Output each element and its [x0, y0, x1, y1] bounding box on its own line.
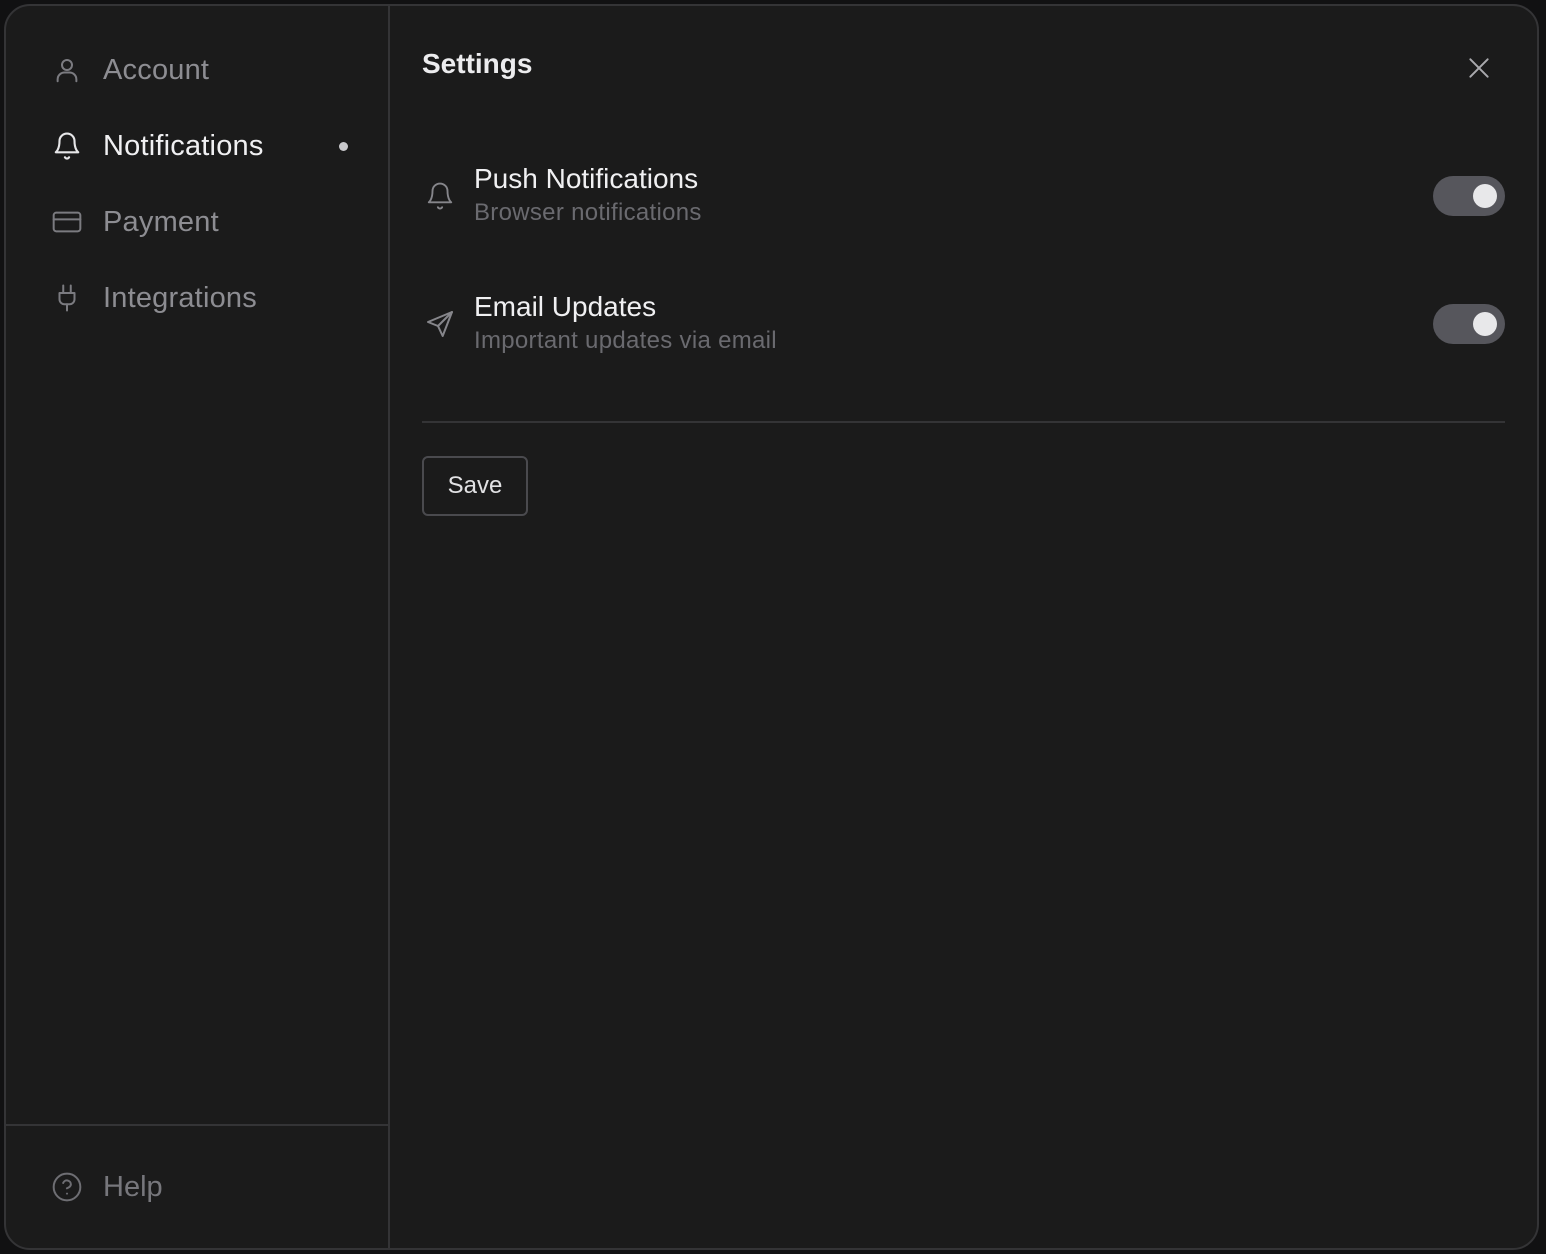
setting-row-push-notifications: Push Notifications Browser notifications	[422, 156, 1505, 236]
bell-icon	[422, 178, 458, 214]
close-icon	[1466, 55, 1492, 81]
settings-panel: Settings Push Notifications Browser noti…	[390, 6, 1537, 1248]
settings-dialog: Account Notifications Payment Integratio…	[4, 4, 1539, 1250]
sidebar-item-account[interactable]: Account	[6, 32, 388, 108]
setting-subtitle: Important updates via email	[474, 327, 777, 354]
toggle-knob	[1473, 312, 1497, 336]
sidebar-item-label: Integrations	[103, 281, 257, 314]
close-button[interactable]	[1463, 52, 1495, 84]
sidebar-item-label: Notifications	[103, 129, 264, 162]
credit-card-icon	[50, 205, 84, 239]
sidebar-item-payment[interactable]: Payment	[6, 184, 388, 260]
page-title: Settings	[422, 48, 533, 79]
plug-icon	[50, 281, 84, 315]
sidebar-item-label: Payment	[103, 205, 219, 238]
help-label: Help	[103, 1170, 163, 1203]
sidebar-item-integrations[interactable]: Integrations	[6, 260, 388, 336]
user-icon	[50, 53, 84, 87]
setting-title: Push Notifications	[474, 163, 699, 194]
sidebar-nav: Account Notifications Payment Integratio…	[6, 6, 388, 336]
sidebar-item-help[interactable]: Help	[6, 1124, 388, 1248]
setting-row-email-updates: Email Updates Important updates via emai…	[422, 284, 1505, 364]
settings-sidebar: Account Notifications Payment Integratio…	[6, 6, 390, 1248]
section-divider	[422, 421, 1505, 423]
setting-texts: Email Updates Important updates via emai…	[474, 290, 1433, 358]
toggle-knob	[1473, 184, 1497, 208]
setting-title: Email Updates	[474, 291, 657, 322]
setting-subtitle: Browser notifications	[474, 199, 702, 226]
save-button[interactable]: Save	[422, 456, 528, 516]
setting-texts: Push Notifications Browser notifications	[474, 162, 1433, 230]
sidebar-item-label: Account	[103, 53, 210, 86]
email-updates-toggle[interactable]	[1433, 304, 1505, 344]
help-circle-icon	[50, 1170, 84, 1204]
bell-icon	[50, 129, 84, 163]
active-indicator-dot	[339, 141, 348, 151]
push-notifications-toggle[interactable]	[1433, 176, 1505, 216]
sidebar-item-notifications[interactable]: Notifications	[6, 108, 388, 184]
send-icon	[422, 306, 458, 342]
